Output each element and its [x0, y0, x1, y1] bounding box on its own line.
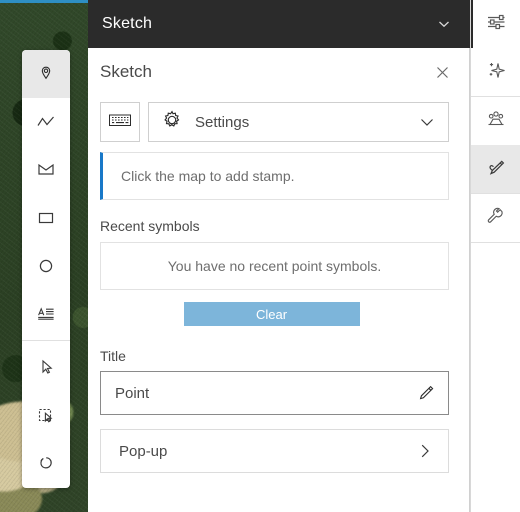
- wrench-icon: [484, 204, 508, 233]
- rectangle-icon: [35, 208, 57, 228]
- circle-icon: [35, 256, 57, 276]
- chevron-down-icon[interactable]: [432, 12, 456, 36]
- recent-symbols-empty-text: You have no recent point symbols.: [167, 258, 382, 274]
- tool-rail-divider: [22, 340, 70, 341]
- clear-button[interactable]: Clear: [183, 302, 360, 326]
- sketch-tool-lasso[interactable]: [22, 439, 70, 487]
- lasso-icon: [35, 453, 57, 473]
- right-rail-top-edge: [471, 0, 473, 48]
- sliders-icon: [484, 10, 508, 39]
- recent-symbols-label: Recent symbols: [100, 218, 200, 234]
- cursor-arrow-icon: [36, 357, 56, 377]
- recent-symbols-box: You have no recent point symbols.: [100, 242, 449, 290]
- window-title: Sketch: [102, 15, 153, 32]
- sketch-tool-rail: [22, 50, 70, 488]
- pencil-icon[interactable]: [416, 383, 436, 403]
- close-icon[interactable]: [431, 61, 453, 83]
- popup-label: Pop-up: [119, 442, 168, 460]
- right-rail-sketch[interactable]: [471, 145, 520, 193]
- sketch-tool-text[interactable]: [22, 290, 70, 338]
- marquee-select-icon: [35, 405, 57, 425]
- app-right-rail: [470, 0, 520, 512]
- right-rail-effects[interactable]: [471, 48, 520, 96]
- popup-row[interactable]: Pop-up: [100, 429, 449, 473]
- right-rail-share[interactable]: [471, 97, 520, 145]
- panel-header: Sketch: [88, 48, 469, 96]
- title-field-label: Title: [100, 348, 126, 364]
- right-rail-settings[interactable]: [471, 194, 520, 242]
- instruction-text: Click the map to add stamp.: [121, 168, 295, 184]
- gear-icon: [161, 109, 183, 136]
- title-input-row[interactable]: Point: [100, 371, 449, 415]
- polygon-icon: [35, 160, 57, 180]
- sketch-tool-box-select[interactable]: [22, 391, 70, 439]
- map-top-accent-bar: [0, 0, 92, 3]
- sketch-tool-rectangle[interactable]: [22, 194, 70, 242]
- text-icon: [35, 304, 57, 324]
- clear-button-wrap: Clear: [94, 302, 449, 326]
- settings-label: Settings: [195, 113, 250, 131]
- sketch-tool-circle[interactable]: [22, 242, 70, 290]
- chevron-right-icon: [416, 442, 434, 460]
- right-rail-divider-3: [471, 242, 520, 243]
- panel-body: Settings Click the map to add stamp. Rec…: [88, 96, 469, 512]
- sketch-tool-polygon[interactable]: [22, 146, 70, 194]
- keyboard-icon: [108, 112, 132, 133]
- panel-toolbar-row: Settings: [94, 96, 449, 152]
- sketch-tool-polyline[interactable]: [22, 98, 70, 146]
- title-input-value: Point: [115, 384, 150, 402]
- right-rail-properties[interactable]: [471, 0, 520, 48]
- sparkle-icon: [484, 58, 508, 87]
- keyboard-input-button[interactable]: [100, 102, 140, 142]
- pencil-icon: [484, 155, 508, 184]
- sketch-tool-select[interactable]: [22, 343, 70, 391]
- sketch-panel: Sketch Settings Click the map to add sta…: [88, 48, 470, 512]
- settings-dropdown[interactable]: Settings: [148, 102, 449, 142]
- window-titlebar: Sketch: [88, 0, 470, 48]
- sketch-tool-point[interactable]: [22, 50, 70, 98]
- group-icon: [484, 107, 508, 136]
- instruction-notice: Click the map to add stamp.: [100, 152, 449, 200]
- map-pin-icon: [36, 64, 56, 84]
- polyline-icon: [35, 112, 57, 132]
- page-title: Sketch: [100, 62, 152, 81]
- chevron-down-icon: [418, 113, 436, 131]
